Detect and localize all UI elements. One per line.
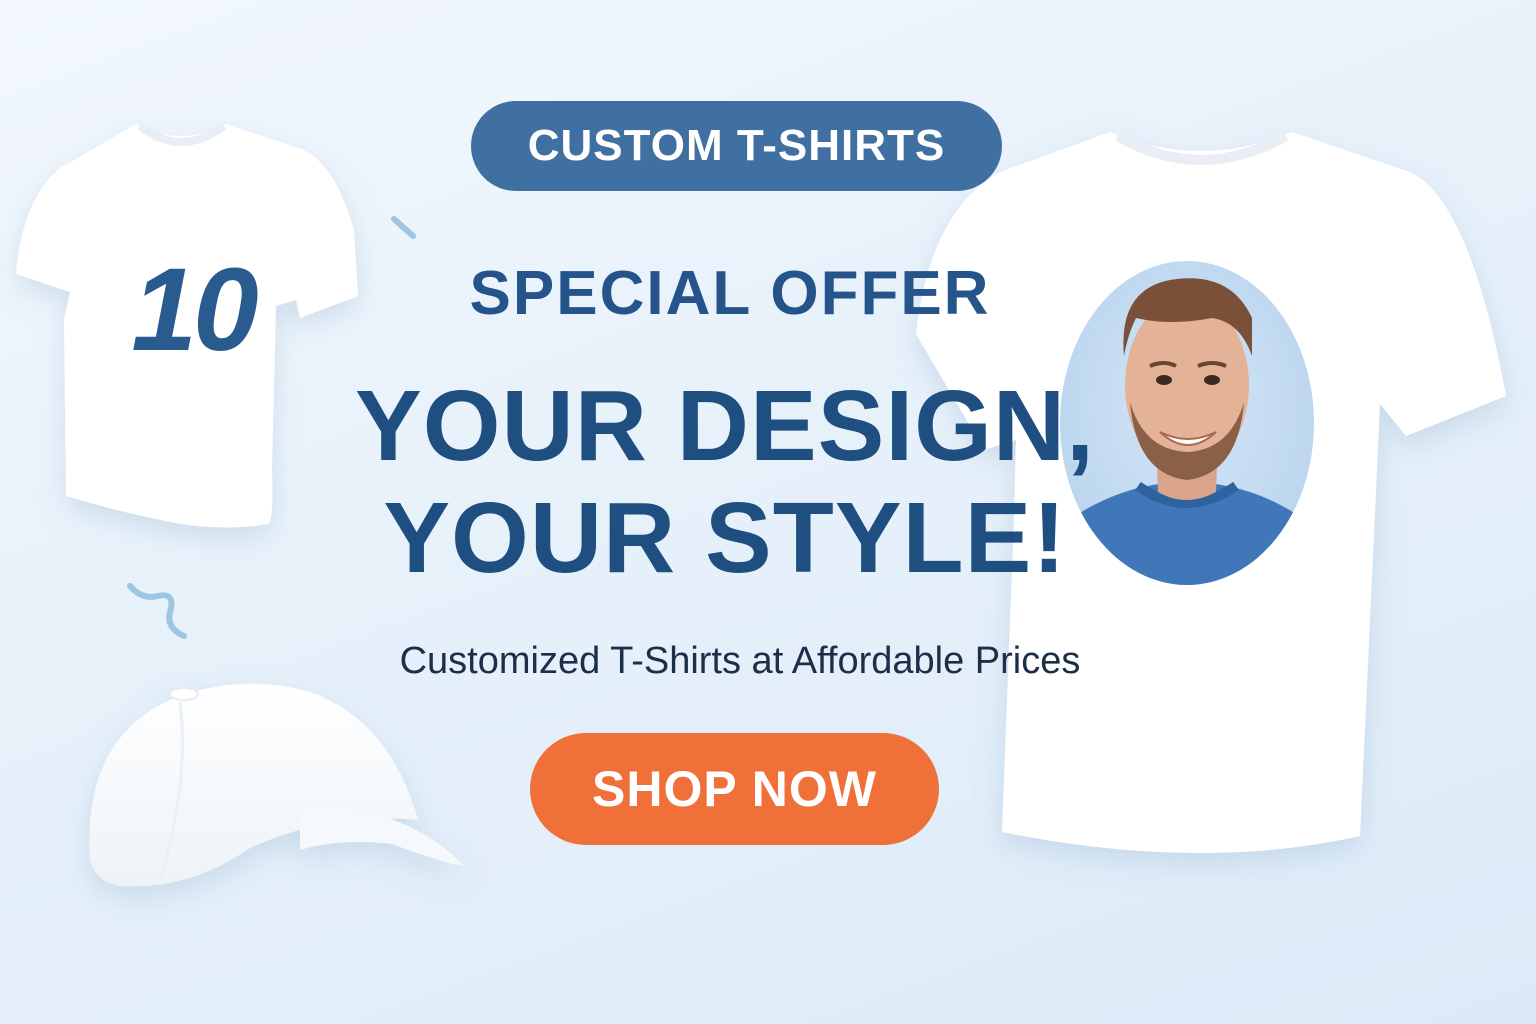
- headline: YOUR DESIGN, YOUR STYLE!: [260, 370, 1190, 594]
- promo-banner: 10 CUSTOM T-SHIRTS SPECIAL OFFER YOUR DE…: [0, 0, 1536, 1024]
- squiggle-icon: [391, 216, 416, 239]
- squiggle-icon: [127, 583, 187, 639]
- baseball-cap-icon: [89, 683, 464, 887]
- shirt-number: 10: [131, 244, 258, 376]
- headline-line-1: YOUR DESIGN,: [355, 370, 1095, 482]
- offer-heading: SPECIAL OFFER: [469, 259, 991, 328]
- headline-line-2: YOUR STYLE!: [383, 482, 1067, 594]
- shop-now-button[interactable]: SHOP NOW: [530, 733, 939, 845]
- category-tag: CUSTOM T-SHIRTS: [471, 101, 1002, 191]
- subheading: Customized T-Shirts at Affordable Prices: [399, 640, 1081, 682]
